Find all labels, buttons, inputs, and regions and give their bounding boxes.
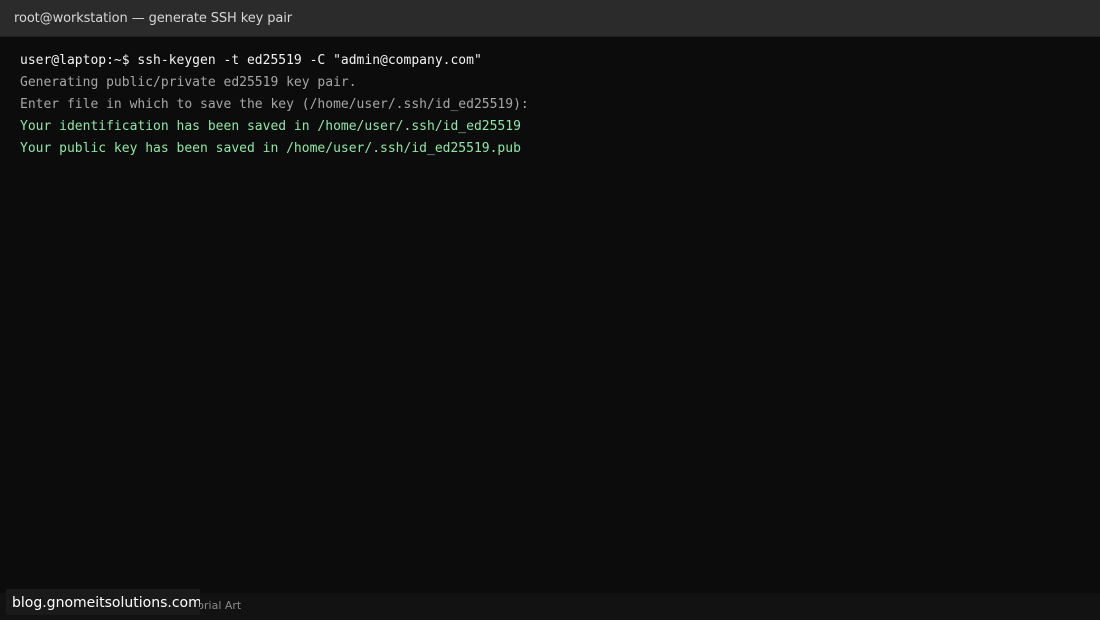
window-title: root@workstation — generate SSH key pair [14, 10, 293, 26]
terminal-output[interactable]: user@laptop:~$ ssh-keygen -t ed25519 -C … [0, 37, 1100, 593]
terminal-line-success: Your identification has been saved in /h… [20, 119, 521, 134]
terminal-line-success: Your public key has been saved in /home/… [20, 141, 521, 156]
terminal-line-prompt: Enter file in which to save the key (/ho… [20, 97, 529, 112]
terminal-line-command: user@laptop:~$ ssh-keygen -t ed25519 -C … [20, 53, 482, 68]
terminal-line-output: Generating public/private ed25519 key pa… [20, 75, 357, 90]
watermark: blog.gnomeitsolutions.com [6, 589, 200, 615]
title-bar[interactable]: root@workstation — generate SSH key pair [0, 0, 1100, 37]
terminal-window: root@workstation — generate SSH key pair… [0, 0, 1100, 620]
